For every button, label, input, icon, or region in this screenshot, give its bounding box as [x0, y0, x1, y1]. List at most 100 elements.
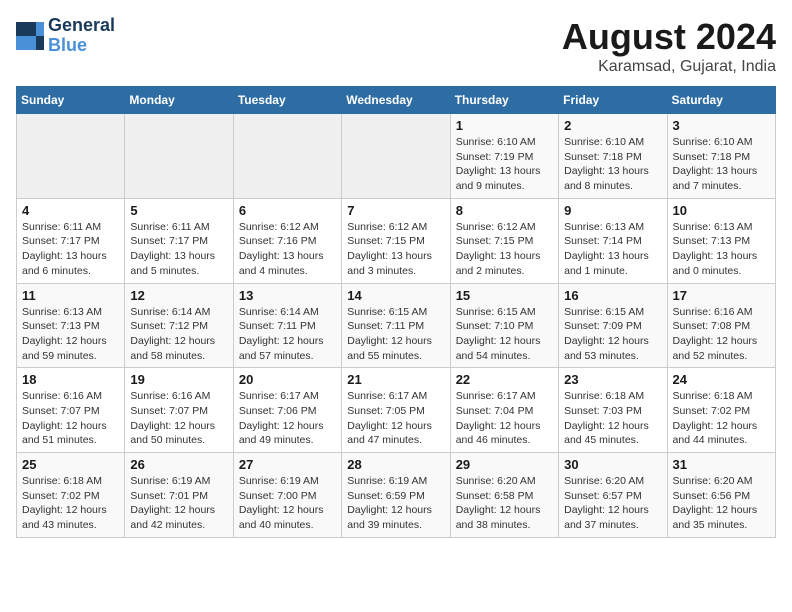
calendar-cell: 3 Sunrise: 6:10 AM Sunset: 7:18 PM Daylig… [667, 114, 775, 199]
calendar-cell: 16Sunrise: 6:15 AM Sunset: 7:09 PM Dayli… [559, 283, 667, 368]
calendar-cell: 23Sunrise: 6:18 AM Sunset: 7:03 PM Dayli… [559, 368, 667, 453]
day-info: Sunrise: 6:19 AM Sunset: 7:00 PM Dayligh… [239, 474, 336, 533]
calendar-cell: 6 Sunrise: 6:12 AM Sunset: 7:16 PM Daylig… [233, 198, 341, 283]
day-info: Sunrise: 6:18 AM Sunset: 7:02 PM Dayligh… [673, 389, 770, 448]
calendar-cell: 10 Sunrise: 6:13 AM Sunset: 7:13 PM Dayli… [667, 198, 775, 283]
calendar-cell: 14 Sunrise: 6:15 AM Sunset: 7:11 PM Dayli… [342, 283, 450, 368]
day-info: Sunrise: 6:10 AM Sunset: 7:19 PM Dayligh… [456, 135, 553, 194]
calendar-cell: 5 Sunrise: 6:11 AM Sunset: 7:17 PM Daylig… [125, 198, 233, 283]
day-number: 11 [22, 288, 119, 303]
calendar-cell: 9 Sunrise: 6:13 AM Sunset: 7:14 PM Daylig… [559, 198, 667, 283]
week-row-5: 25 Sunrise: 6:18 AM Sunset: 7:02 PM Dayli… [17, 453, 776, 538]
day-info: Sunrise: 6:10 AM Sunset: 7:18 PM Dayligh… [564, 135, 661, 194]
calendar-cell: 25 Sunrise: 6:18 AM Sunset: 7:02 PM Dayli… [17, 453, 125, 538]
calendar-cell: 11 Sunrise: 6:13 AM Sunset: 7:13 PM Dayli… [17, 283, 125, 368]
day-number: 26 [130, 457, 227, 472]
day-number: 20 [239, 372, 336, 387]
day-info: Sunrise: 6:20 AM Sunset: 6:58 PM Dayligh… [456, 474, 553, 533]
day-info: Sunrise: 6:11 AM Sunset: 7:17 PM Dayligh… [130, 220, 227, 279]
calendar-cell: 18 Sunrise: 6:16 AM Sunset: 7:07 PM Dayli… [17, 368, 125, 453]
day-number: 29 [456, 457, 553, 472]
day-info: Sunrise: 6:12 AM Sunset: 7:15 PM Dayligh… [456, 220, 553, 279]
day-number: 5 [130, 203, 227, 218]
day-info: Sunrise: 6:15 AM Sunset: 7:10 PM Dayligh… [456, 305, 553, 364]
day-info: Sunrise: 6:13 AM Sunset: 7:13 PM Dayligh… [22, 305, 119, 364]
day-info: Sunrise: 6:10 AM Sunset: 7:18 PM Dayligh… [673, 135, 770, 194]
day-number: 9 [564, 203, 661, 218]
calendar-cell [17, 114, 125, 199]
day-number: 2 [564, 118, 661, 133]
day-number: 23 [564, 372, 661, 387]
day-number: 30 [564, 457, 661, 472]
day-number: 12 [130, 288, 227, 303]
calendar-cell: 4Sunrise: 6:11 AM Sunset: 7:17 PM Daylig… [17, 198, 125, 283]
week-row-4: 18 Sunrise: 6:16 AM Sunset: 7:07 PM Dayli… [17, 368, 776, 453]
day-number: 24 [673, 372, 770, 387]
day-info: Sunrise: 6:16 AM Sunset: 7:08 PM Dayligh… [673, 305, 770, 364]
day-info: Sunrise: 6:20 AM Sunset: 6:56 PM Dayligh… [673, 474, 770, 533]
day-info: Sunrise: 6:17 AM Sunset: 7:04 PM Dayligh… [456, 389, 553, 448]
day-info: Sunrise: 6:17 AM Sunset: 7:06 PM Dayligh… [239, 389, 336, 448]
day-number: 8 [456, 203, 553, 218]
weekday-header-thursday: Thursday [450, 87, 558, 114]
title-area: August 2024 Karamsad, Gujarat, India [562, 16, 776, 76]
day-number: 25 [22, 457, 119, 472]
calendar-cell: 28 Sunrise: 6:19 AM Sunset: 6:59 PM Dayli… [342, 453, 450, 538]
day-info: Sunrise: 6:19 AM Sunset: 6:59 PM Dayligh… [347, 474, 444, 533]
weekday-header-row: SundayMondayTuesdayWednesdayThursdayFrid… [17, 87, 776, 114]
day-info: Sunrise: 6:16 AM Sunset: 7:07 PM Dayligh… [130, 389, 227, 448]
weekday-header-tuesday: Tuesday [233, 87, 341, 114]
day-number: 3 [673, 118, 770, 133]
calendar-cell [125, 114, 233, 199]
day-number: 21 [347, 372, 444, 387]
calendar-cell: 31 Sunrise: 6:20 AM Sunset: 6:56 PM Dayli… [667, 453, 775, 538]
day-number: 19 [130, 372, 227, 387]
day-info: Sunrise: 6:13 AM Sunset: 7:14 PM Dayligh… [564, 220, 661, 279]
day-info: Sunrise: 6:16 AM Sunset: 7:07 PM Dayligh… [22, 389, 119, 448]
calendar-cell: 26Sunrise: 6:19 AM Sunset: 7:01 PM Dayli… [125, 453, 233, 538]
day-number: 31 [673, 457, 770, 472]
calendar-cell: 19 Sunrise: 6:16 AM Sunset: 7:07 PM Dayli… [125, 368, 233, 453]
calendar-cell: 13 Sunrise: 6:14 AM Sunset: 7:11 PM Dayli… [233, 283, 341, 368]
weekday-header-wednesday: Wednesday [342, 87, 450, 114]
calendar-cell: 15Sunrise: 6:15 AM Sunset: 7:10 PM Dayli… [450, 283, 558, 368]
day-info: Sunrise: 6:18 AM Sunset: 7:02 PM Dayligh… [22, 474, 119, 533]
calendar-cell: 17Sunrise: 6:16 AM Sunset: 7:08 PM Dayli… [667, 283, 775, 368]
weekday-header-sunday: Sunday [17, 87, 125, 114]
day-info: Sunrise: 6:14 AM Sunset: 7:12 PM Dayligh… [130, 305, 227, 364]
logo-icon [16, 22, 44, 50]
day-number: 28 [347, 457, 444, 472]
day-info: Sunrise: 6:13 AM Sunset: 7:13 PM Dayligh… [673, 220, 770, 279]
day-number: 13 [239, 288, 336, 303]
calendar-cell: 1Sunrise: 6:10 AM Sunset: 7:19 PM Daylig… [450, 114, 558, 199]
calendar-cell: 24 Sunrise: 6:18 AM Sunset: 7:02 PM Dayli… [667, 368, 775, 453]
weekday-header-saturday: Saturday [667, 87, 775, 114]
day-number: 18 [22, 372, 119, 387]
day-info: Sunrise: 6:14 AM Sunset: 7:11 PM Dayligh… [239, 305, 336, 364]
day-number: 16 [564, 288, 661, 303]
location: Karamsad, Gujarat, India [562, 58, 776, 76]
week-row-1: 1Sunrise: 6:10 AM Sunset: 7:19 PM Daylig… [17, 114, 776, 199]
day-info: Sunrise: 6:12 AM Sunset: 7:16 PM Dayligh… [239, 220, 336, 279]
calendar-cell: 20 Sunrise: 6:17 AM Sunset: 7:06 PM Dayli… [233, 368, 341, 453]
day-info: Sunrise: 6:15 AM Sunset: 7:11 PM Dayligh… [347, 305, 444, 364]
calendar-cell: 22Sunrise: 6:17 AM Sunset: 7:04 PM Dayli… [450, 368, 558, 453]
month-year: August 2024 [562, 16, 776, 58]
calendar-cell [233, 114, 341, 199]
day-info: Sunrise: 6:20 AM Sunset: 6:57 PM Dayligh… [564, 474, 661, 533]
calendar-cell [342, 114, 450, 199]
day-number: 7 [347, 203, 444, 218]
day-number: 10 [673, 203, 770, 218]
day-number: 27 [239, 457, 336, 472]
calendar-cell: 21Sunrise: 6:17 AM Sunset: 7:05 PM Dayli… [342, 368, 450, 453]
day-number: 14 [347, 288, 444, 303]
calendar-cell: 30 Sunrise: 6:20 AM Sunset: 6:57 PM Dayli… [559, 453, 667, 538]
day-number: 6 [239, 203, 336, 218]
logo-line2: Blue [48, 36, 115, 56]
calendar-cell: 2 Sunrise: 6:10 AM Sunset: 7:18 PM Daylig… [559, 114, 667, 199]
calendar-table: SundayMondayTuesdayWednesdayThursdayFrid… [16, 86, 776, 538]
day-number: 4 [22, 203, 119, 218]
weekday-header-friday: Friday [559, 87, 667, 114]
page-header: General Blue August 2024 Karamsad, Gujar… [16, 16, 776, 76]
calendar-cell: 8 Sunrise: 6:12 AM Sunset: 7:15 PM Daylig… [450, 198, 558, 283]
